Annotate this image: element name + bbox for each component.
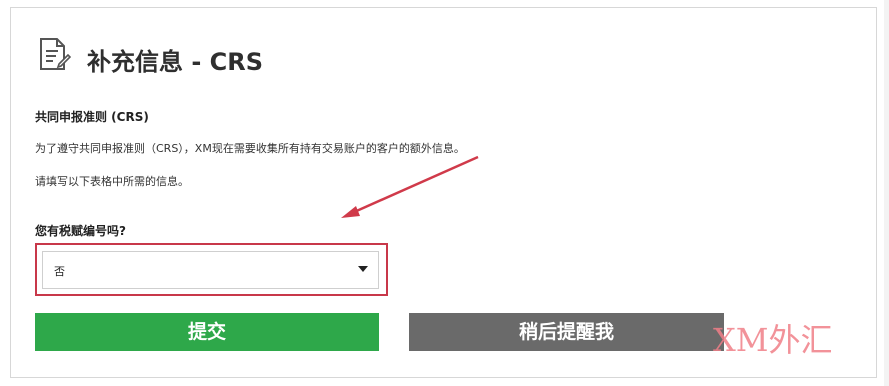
page-edge — [884, 0, 889, 386]
page-title: 补充信息 - CRS — [87, 48, 264, 76]
tax-id-question: 您有税赋编号吗? — [35, 224, 126, 238]
form-instruction: 请填写以下表格中所需的信息。 — [35, 175, 189, 188]
remind-later-button[interactable]: 稍后提醒我 — [409, 313, 724, 351]
tax-id-select[interactable]: 否 — [42, 251, 379, 289]
watermark: XM外汇 — [713, 321, 833, 359]
submit-button[interactable]: 提交 — [35, 313, 379, 351]
crs-description: 为了遵守共同申报准则（CRS），XM现在需要收集所有持有交易账户的客户的额外信息… — [35, 142, 465, 155]
chevron-down-icon — [358, 266, 368, 272]
tax-id-select-value: 否 — [54, 265, 65, 278]
document-edit-icon — [40, 38, 71, 70]
section-title: 共同申报准则 (CRS) — [35, 110, 149, 124]
